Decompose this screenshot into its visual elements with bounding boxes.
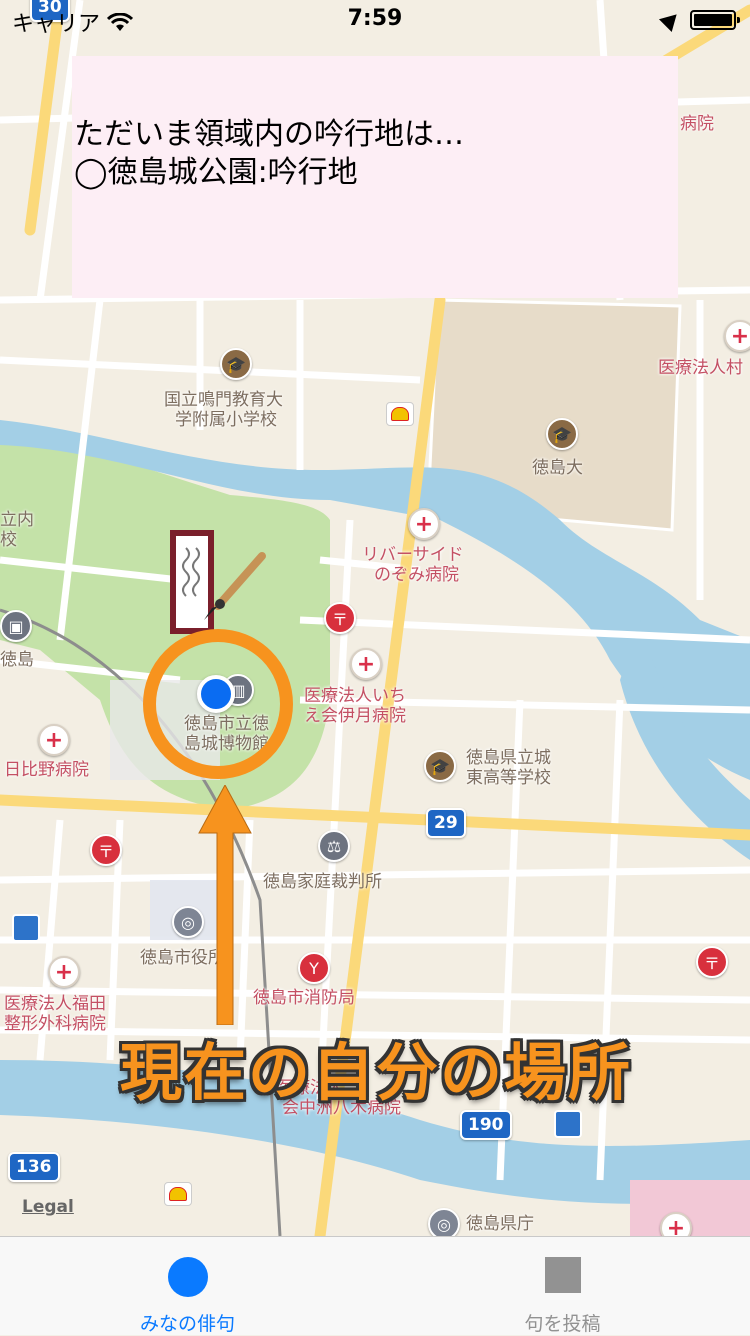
school-icon[interactable]: 🎓 xyxy=(220,348,252,380)
map-label-left-school-2: 校 xyxy=(0,530,17,550)
court-icon[interactable]: ⚖ xyxy=(318,830,350,862)
gas-station-icon[interactable] xyxy=(386,402,414,426)
route-29-shield: 29 xyxy=(426,808,466,838)
hospital-icon[interactable]: + xyxy=(48,956,80,988)
government-icon[interactable]: ◎ xyxy=(428,1208,460,1236)
hospital-icon[interactable]: + xyxy=(38,724,70,756)
map-label-ichie-1: 医療法人いち xyxy=(304,686,406,706)
current-location-dot[interactable] xyxy=(197,675,235,713)
tab-bar: みなの俳句 句を投稿 xyxy=(0,1236,750,1335)
tab-everyones-haiku[interactable]: みなの俳句 xyxy=(0,1237,375,1335)
hospital-icon[interactable]: + xyxy=(350,648,382,680)
map-label-iryohojin: 医療法人村 xyxy=(658,358,743,378)
map-label-riverside-1: リバーサイド xyxy=(362,545,464,565)
tab-label: みなの俳句 xyxy=(139,1313,235,1335)
route-136-shield: 136 xyxy=(8,1152,60,1182)
map-label-court: 徳島家庭裁判所 xyxy=(263,872,382,892)
tab-label: 句を投稿 xyxy=(524,1313,601,1335)
map-label-hospital: 病院 xyxy=(680,114,714,134)
hospital-icon[interactable]: + xyxy=(408,508,440,540)
tab-post-haiku[interactable]: 句を投稿 xyxy=(375,1237,750,1335)
fire-station-icon[interactable]: Y xyxy=(298,952,330,984)
map-label-ichie-2: え会伊月病院 xyxy=(304,706,406,726)
map-label-left-school-1: 立内 xyxy=(0,510,34,530)
map-label-joto-2: 東高等学校 xyxy=(466,768,551,788)
school-icon[interactable]: 🎓 xyxy=(424,750,456,782)
post-office-icon[interactable]: 〒 xyxy=(90,834,122,866)
route-190-shield: 190 xyxy=(460,1110,512,1140)
school-icon[interactable]: 🎓 xyxy=(546,418,578,450)
map-label-fukuda-2: 整形外科病院 xyxy=(4,1014,106,1034)
map-label-pref-office: 徳島県庁 xyxy=(466,1214,534,1234)
post-office-icon[interactable]: 〒 xyxy=(696,946,728,978)
status-bar: キャリア 7:59 xyxy=(0,0,750,40)
map-label-fukuda-1: 医療法人福田 xyxy=(4,994,106,1014)
haiku-spot-marker[interactable] xyxy=(168,528,278,638)
bus-stop-icon[interactable] xyxy=(12,914,40,942)
circle-icon xyxy=(167,1257,208,1297)
annotation-caption: 現在の自分の場所 xyxy=(120,1036,633,1109)
info-line-2: ◯徳島城公園:吟行地 xyxy=(74,155,358,190)
info-panel: ただいま領域内の吟行地は… ◯徳島城公園:吟行地 xyxy=(72,56,678,298)
map-label-school-1: 国立鳴門教育大 xyxy=(164,390,283,410)
info-line-1: ただいま領域内の吟行地は… xyxy=(74,117,464,152)
map-label-station: 徳島 xyxy=(0,650,34,670)
map-label-fire-station: 徳島市消防局 xyxy=(253,988,355,1008)
post-office-icon[interactable]: 〒 xyxy=(324,602,356,634)
battery-icon xyxy=(690,10,740,30)
map-label-university: 徳島大 xyxy=(532,458,583,478)
train-station-icon[interactable]: ▣ xyxy=(0,610,32,642)
gas-station-icon[interactable] xyxy=(164,1182,192,1206)
status-time: 7:59 xyxy=(347,6,403,31)
legal-link[interactable]: Legal xyxy=(22,1197,74,1217)
annotation-arrow-icon xyxy=(198,785,252,1025)
map-label-riverside-2: のぞみ病院 xyxy=(374,565,459,585)
map-label-joto-1: 徳島県立城 xyxy=(466,748,551,768)
square-icon xyxy=(544,1257,581,1293)
bus-stop-icon[interactable] xyxy=(554,1110,582,1138)
hospital-icon[interactable]: + xyxy=(660,1212,692,1236)
map-label-school-2: 学附属小学校 xyxy=(175,410,277,430)
hospital-icon[interactable]: + xyxy=(724,320,750,352)
map-label-hibino: 日比野病院 xyxy=(4,760,89,780)
